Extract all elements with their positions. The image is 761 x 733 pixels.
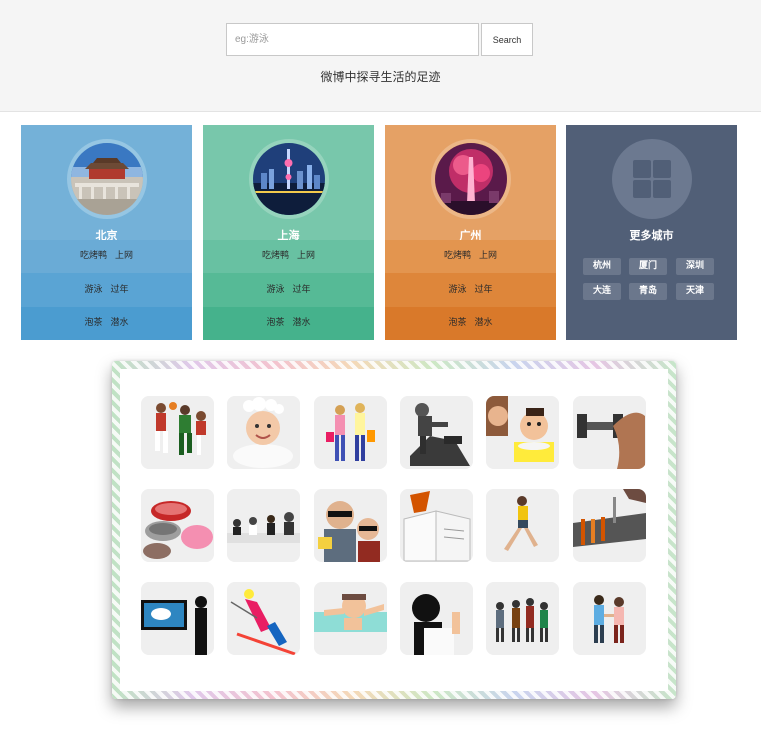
shanghai-photo bbox=[248, 139, 329, 219]
city-card-more: 更多城市 杭州 厦门 深圳 大连 青岛 天津 bbox=[566, 125, 737, 340]
city-card-guangzhou[interactable]: 广州 吃烤鸭 上网 游泳 过年 泡茶 潜水 bbox=[385, 125, 556, 340]
activity-link[interactable]: 游泳 bbox=[266, 285, 284, 295]
header: Search 微博中探寻生活的足迹 bbox=[0, 0, 761, 112]
activity-thumb-dumbbell[interactable] bbox=[573, 396, 646, 469]
activity-thumb-basketball[interactable] bbox=[141, 396, 214, 469]
activity-thumb-skier[interactable] bbox=[227, 582, 300, 655]
activity-thumb-writing[interactable] bbox=[400, 582, 473, 655]
activity-thumb-child-eating[interactable] bbox=[486, 396, 559, 469]
city-tag-hangzhou[interactable]: 杭州 bbox=[583, 258, 621, 275]
activity-row: 吃烤鸭 上网 bbox=[21, 240, 192, 273]
more-cities-title: 更多城市 bbox=[629, 229, 674, 242]
activity-link[interactable]: 过年 bbox=[475, 285, 493, 295]
tagline: 微博中探寻生活的足迹 bbox=[320, 70, 441, 84]
activity-thumb-meeting[interactable] bbox=[227, 489, 300, 562]
activity-link[interactable]: 游泳 bbox=[84, 285, 102, 295]
activity-link[interactable]: 吃烤鸭 bbox=[80, 251, 107, 261]
activity-link[interactable]: 潜水 bbox=[475, 318, 493, 328]
activity-thumb-hot-pot[interactable] bbox=[141, 489, 214, 562]
activity-link[interactable]: 吃烤鸭 bbox=[262, 251, 289, 261]
grid-icon[interactable] bbox=[612, 139, 692, 219]
city-tag-xiamen[interactable]: 厦门 bbox=[629, 258, 667, 275]
activity-link[interactable]: 吃烤鸭 bbox=[444, 251, 471, 261]
activity-row: 游泳 过年 bbox=[203, 273, 374, 307]
activity-row: 吃烤鸭 上网 bbox=[203, 240, 374, 273]
search-button[interactable]: Search bbox=[481, 23, 533, 56]
activity-thumb-climber[interactable] bbox=[400, 396, 473, 469]
activity-link[interactable]: 上网 bbox=[115, 251, 133, 261]
activity-link[interactable]: 上网 bbox=[479, 251, 497, 261]
activity-link[interactable]: 潜水 bbox=[293, 318, 311, 328]
activity-row: 游泳 过年 bbox=[21, 273, 192, 307]
activity-link[interactable]: 泡茶 bbox=[266, 318, 284, 328]
photo-grid bbox=[120, 369, 668, 691]
activity-row: 泡茶 潜水 bbox=[21, 307, 192, 340]
city-card-shanghai[interactable]: 上海 吃烤鸭 上网 游泳 过年 泡茶 潜水 bbox=[203, 125, 374, 340]
activity-thumb-shopping[interactable] bbox=[314, 396, 387, 469]
activity-thumb-barbecue[interactable] bbox=[573, 489, 646, 562]
search-input[interactable] bbox=[226, 23, 479, 56]
activity-link[interactable]: 游泳 bbox=[448, 285, 466, 295]
city-tag-shenzhen[interactable]: 深圳 bbox=[676, 258, 714, 275]
city-card-beijing[interactable]: 北京 吃烤鸭 上网 游泳 过年 泡茶 潜水 bbox=[21, 125, 192, 340]
activity-thumb-3d-movie[interactable] bbox=[314, 489, 387, 562]
city-tag-qingdao[interactable]: 青岛 bbox=[629, 283, 667, 300]
activity-row: 游泳 过年 bbox=[385, 273, 556, 307]
activity-thumb-hikers[interactable] bbox=[486, 582, 559, 655]
city-tag-dalian[interactable]: 大连 bbox=[583, 283, 621, 300]
activity-thumb-runner[interactable] bbox=[486, 489, 559, 562]
activity-thumb-baby-bath[interactable] bbox=[227, 396, 300, 469]
activity-link[interactable]: 过年 bbox=[293, 285, 311, 295]
activity-photo-panel bbox=[112, 361, 676, 699]
activity-link[interactable]: 过年 bbox=[111, 285, 129, 295]
guangzhou-photo bbox=[430, 139, 511, 219]
activity-link[interactable]: 上网 bbox=[297, 251, 315, 261]
activity-row: 吃烤鸭 上网 bbox=[385, 240, 556, 273]
activity-thumb-book[interactable] bbox=[400, 489, 473, 562]
activity-thumb-swimming-child[interactable] bbox=[314, 582, 387, 655]
activity-row: 泡茶 潜水 bbox=[203, 307, 374, 340]
activity-link[interactable]: 泡茶 bbox=[84, 318, 102, 328]
city-tag-tianjin[interactable]: 天津 bbox=[676, 283, 714, 300]
activity-link[interactable]: 潜水 bbox=[111, 318, 129, 328]
activity-thumb-presentation[interactable] bbox=[141, 582, 214, 655]
beijing-photo bbox=[66, 139, 147, 219]
activity-link[interactable]: 泡茶 bbox=[448, 318, 466, 328]
activity-thumb-couple-walking[interactable] bbox=[573, 582, 646, 655]
activity-row: 泡茶 潜水 bbox=[385, 307, 556, 340]
